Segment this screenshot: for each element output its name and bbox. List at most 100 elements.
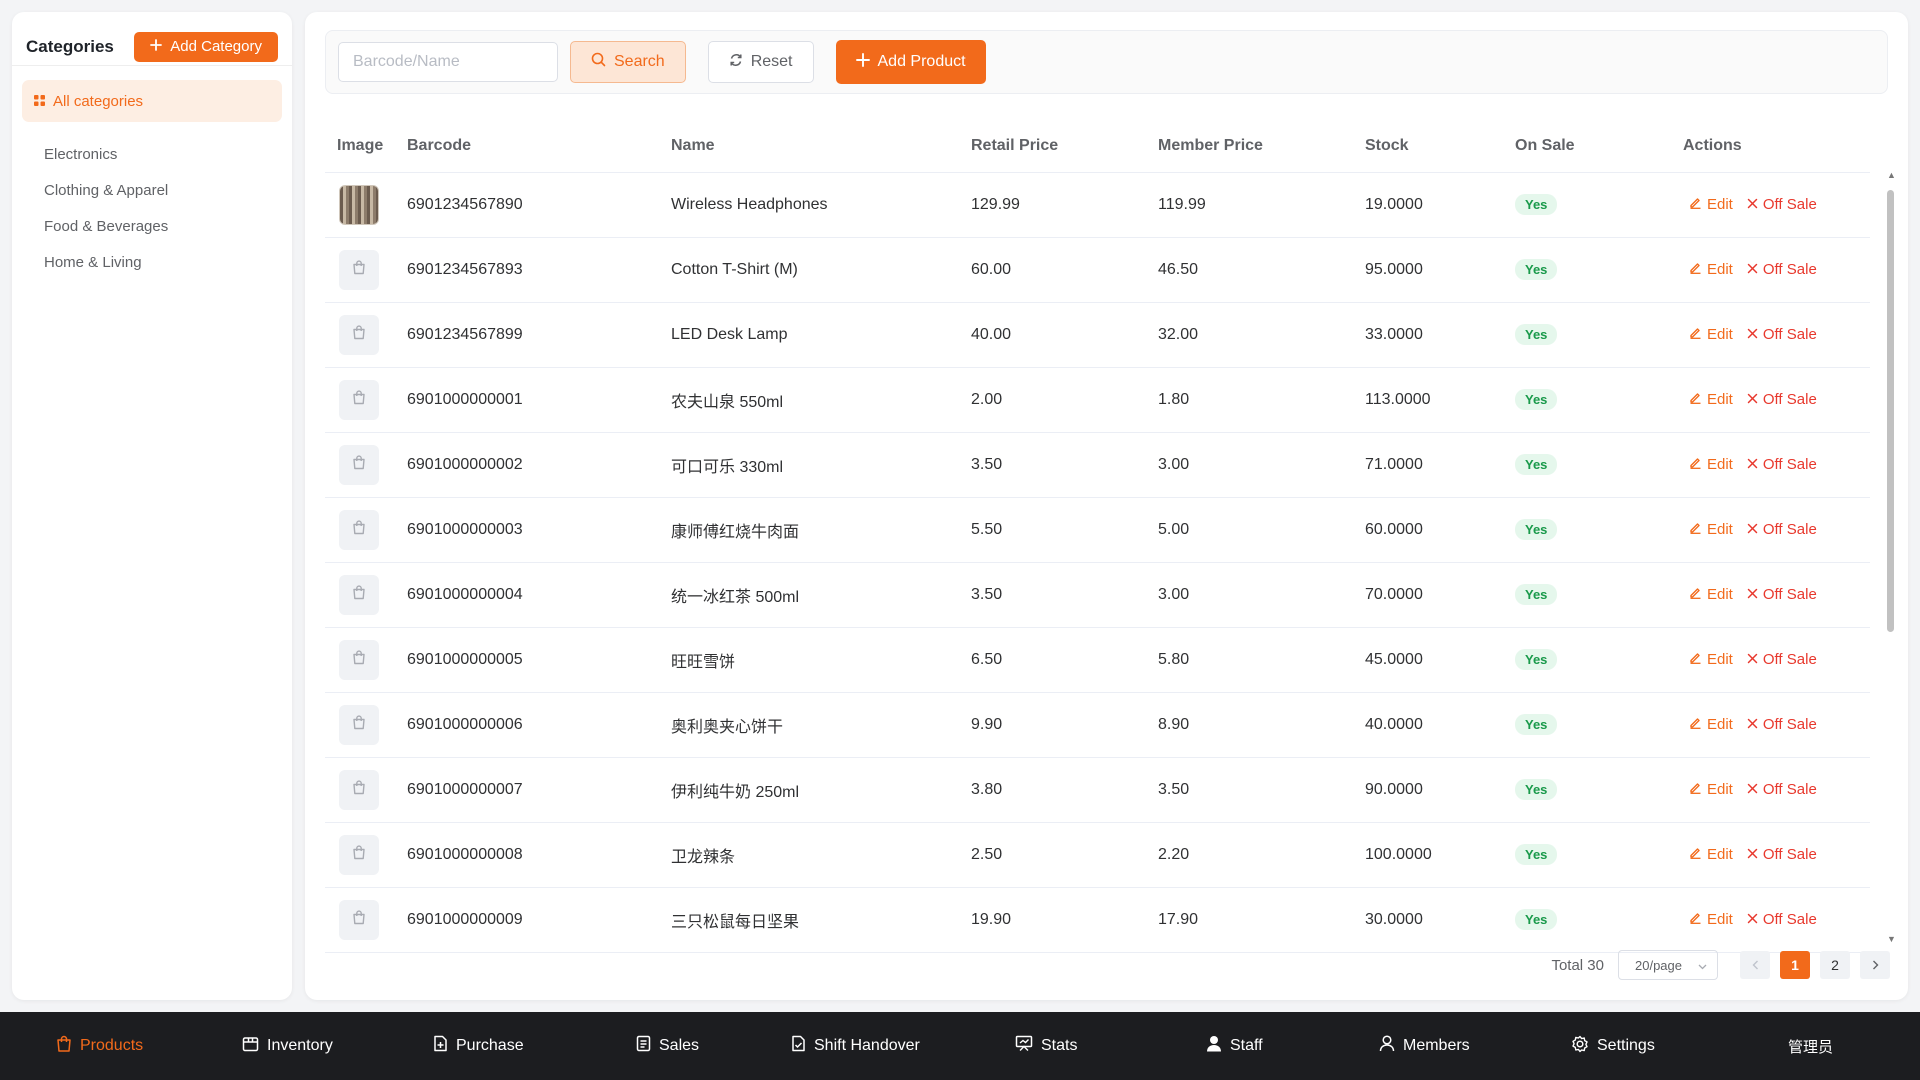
off-sale-label: Off Sale <box>1762 260 1817 278</box>
product-image-placeholder[interactable] <box>339 639 379 680</box>
off-sale-button[interactable]: Off Sale <box>1747 846 1817 863</box>
nav-item-stats[interactable]: Stats <box>1015 1035 1077 1057</box>
on-sale-badge: Yes <box>1515 844 1558 865</box>
close-icon <box>1747 716 1758 733</box>
cell-name: 奥利奥夹心饼干 <box>659 692 959 758</box>
page-size-select[interactable]: 20/page <box>1618 950 1718 980</box>
nav-label-inventory: Inventory <box>267 1037 333 1054</box>
edit-button[interactable]: Edit <box>1689 716 1733 733</box>
nav-item-sales[interactable]: Sales <box>636 1035 699 1057</box>
nav-item-products[interactable]: Products <box>56 1035 143 1057</box>
off-sale-button[interactable]: Off Sale <box>1747 391 1817 408</box>
product-image-placeholder[interactable] <box>339 769 379 810</box>
category-item-clothing[interactable]: Clothing & Apparel <box>12 172 292 208</box>
cell-image <box>325 757 395 823</box>
product-image-placeholder[interactable] <box>339 704 379 745</box>
edit-button[interactable]: Edit <box>1689 196 1733 213</box>
edit-button[interactable]: Edit <box>1689 911 1733 928</box>
nav-item-purchase[interactable]: Purchase <box>433 1035 524 1057</box>
table-scrollbar[interactable]: ▲ ▼ <box>1886 170 1896 944</box>
current-user-label[interactable]: 管理员 <box>1788 1036 1833 1057</box>
product-image-placeholder[interactable] <box>339 834 379 875</box>
close-icon <box>1747 326 1758 343</box>
edit-button[interactable]: Edit <box>1689 326 1733 343</box>
off-sale-label: Off Sale <box>1762 455 1817 473</box>
prev-page-button[interactable] <box>1740 951 1770 979</box>
edit-button[interactable]: Edit <box>1689 781 1733 798</box>
product-image-placeholder[interactable] <box>339 379 379 420</box>
page-size-value: 20/page <box>1635 957 1682 973</box>
edit-icon <box>1689 911 1702 928</box>
nav-item-shift-handover[interactable]: Shift Handover <box>791 1035 920 1057</box>
product-image-placeholder[interactable] <box>339 314 379 355</box>
search-button[interactable]: Search <box>570 41 686 83</box>
product-image-placeholder[interactable] <box>339 249 379 290</box>
edit-button[interactable]: Edit <box>1689 521 1733 538</box>
chart-board-icon <box>1015 1035 1033 1057</box>
cell-barcode: 6901000000004 <box>395 562 659 628</box>
product-image-placeholder[interactable] <box>339 899 379 940</box>
edit-button[interactable]: Edit <box>1689 391 1733 408</box>
cell-stock: 113.0000 <box>1353 367 1503 433</box>
off-sale-button[interactable]: Off Sale <box>1747 521 1817 538</box>
scroll-up-icon[interactable]: ▲ <box>1887 170 1896 180</box>
search-input[interactable] <box>338 42 558 82</box>
scroll-down-icon[interactable]: ▼ <box>1887 934 1896 944</box>
edit-button[interactable]: Edit <box>1689 846 1733 863</box>
cell-barcode: 6901000000002 <box>395 432 659 498</box>
cell-stock: 60.0000 <box>1353 497 1503 563</box>
edit-label: Edit <box>1707 195 1733 213</box>
category-item-electronics[interactable]: Electronics <box>12 136 292 172</box>
off-sale-label: Off Sale <box>1762 780 1817 798</box>
scrollbar-thumb[interactable] <box>1887 190 1894 632</box>
nav-item-members[interactable]: Members <box>1379 1035 1470 1057</box>
category-item-food[interactable]: Food & Beverages <box>12 208 292 244</box>
off-sale-button[interactable]: Off Sale <box>1747 261 1817 278</box>
table-row: 6901000000003 康师傅红烧牛肉面 5.50 5.00 60.0000 Yes E… <box>325 497 1870 563</box>
bag-icon <box>352 779 366 800</box>
column-header-retail-price: Retail Price <box>959 120 1146 173</box>
off-sale-button[interactable]: Off Sale <box>1747 716 1817 733</box>
cell-on-sale: Yes <box>1503 237 1671 303</box>
off-sale-button[interactable]: Off Sale <box>1747 456 1817 473</box>
product-image-placeholder[interactable] <box>339 509 379 550</box>
cell-on-sale: Yes <box>1503 692 1671 758</box>
cell-barcode: 6901000000008 <box>395 822 659 888</box>
add-category-button[interactable]: Add Category <box>134 31 278 62</box>
edit-button[interactable]: Edit <box>1689 261 1733 278</box>
off-sale-button[interactable]: Off Sale <box>1747 326 1817 343</box>
off-sale-button[interactable]: Off Sale <box>1747 781 1817 798</box>
edit-label: Edit <box>1707 715 1733 733</box>
page-button-1[interactable]: 1 <box>1780 951 1810 979</box>
cell-image <box>325 172 395 238</box>
nav-item-inventory[interactable]: Inventory <box>242 1035 333 1057</box>
off-sale-button[interactable]: Off Sale <box>1747 651 1817 668</box>
off-sale-button[interactable]: Off Sale <box>1747 911 1817 928</box>
cell-stock: 70.0000 <box>1353 562 1503 628</box>
add-product-button[interactable]: Add Product <box>835 40 986 84</box>
reset-button[interactable]: Reset <box>707 41 814 83</box>
edit-button[interactable]: Edit <box>1689 586 1733 603</box>
cell-actions: Edit Off Sale <box>1671 562 1870 628</box>
cell-image <box>325 432 395 498</box>
category-item-all[interactable]: All categories <box>22 80 282 122</box>
user-filled-icon <box>1206 1035 1222 1057</box>
bag-icon <box>352 259 366 280</box>
on-sale-badge: Yes <box>1515 454 1558 475</box>
next-page-button[interactable] <box>1860 951 1890 979</box>
page-button-2[interactable]: 2 <box>1820 951 1850 979</box>
nav-item-staff[interactable]: Staff <box>1206 1035 1263 1057</box>
product-image-placeholder[interactable] <box>339 444 379 485</box>
cell-on-sale: Yes <box>1503 887 1671 953</box>
category-header: Categories Add Category <box>12 12 292 66</box>
edit-button[interactable]: Edit <box>1689 651 1733 668</box>
off-sale-button[interactable]: Off Sale <box>1747 586 1817 603</box>
product-image[interactable] <box>339 184 379 225</box>
off-sale-button[interactable]: Off Sale <box>1747 196 1817 213</box>
product-image-placeholder[interactable] <box>339 574 379 615</box>
close-icon <box>1747 911 1758 928</box>
category-item-home[interactable]: Home & Living <box>12 244 292 280</box>
document-plus-icon <box>433 1035 448 1057</box>
nav-item-settings[interactable]: Settings <box>1571 1035 1655 1058</box>
edit-button[interactable]: Edit <box>1689 456 1733 473</box>
